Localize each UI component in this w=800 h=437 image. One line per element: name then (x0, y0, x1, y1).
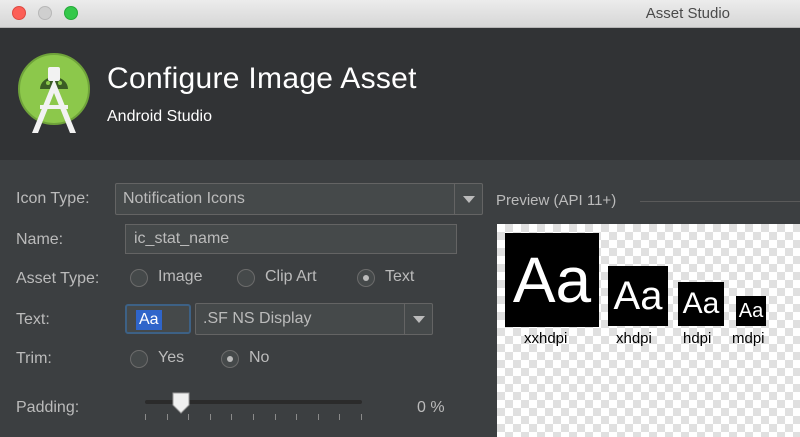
radio-label: No (249, 349, 270, 366)
selected-text: Aa (136, 310, 162, 330)
slider-tick (361, 414, 362, 420)
density-label-hdpi: hdpi (683, 330, 712, 347)
text-input[interactable]: Aa (125, 304, 191, 334)
preview-sample-text: Aa (682, 287, 720, 320)
slider-tick (274, 414, 276, 420)
radio-label: Image (158, 268, 203, 285)
text-label: Text: (16, 311, 50, 328)
preview-tile-hdpi: Aa (678, 282, 724, 326)
preview-panel: Aa Aa Aa Aa xxhdpi xhdpi hdpi mdpi (497, 224, 800, 437)
slider-tick (166, 414, 168, 420)
radio-circle[interactable] (130, 350, 148, 368)
density-label-xxhdpi: xxhdpi (524, 330, 568, 347)
preview-sample-text: Aa (512, 244, 592, 316)
trim-label: Trim: (16, 350, 52, 367)
android-studio-logo-icon (18, 53, 90, 133)
trim-no-radio[interactable]: No (221, 349, 281, 369)
icon-type-dropdown[interactable]: Notification Icons (115, 183, 483, 215)
maximize-window-button[interactable] (64, 6, 78, 20)
asset-type-text-radio[interactable]: Text (357, 268, 427, 288)
radio-circle[interactable] (221, 350, 239, 368)
preview-divider (640, 201, 800, 202)
preview-sample-text: Aa (613, 273, 663, 318)
preview-sample-text: Aa (738, 299, 764, 322)
icon-type-value: Notification Icons (123, 190, 245, 207)
header-banner: Configure Image Asset Android Studio (0, 28, 800, 160)
slider-tick (145, 414, 146, 420)
slider-tick (296, 414, 298, 420)
name-input[interactable]: ic_stat_name (125, 224, 457, 254)
asset-type-label: Asset Type: (16, 270, 100, 287)
radio-label: Clip Art (265, 268, 317, 285)
radio-circle[interactable] (357, 269, 375, 287)
icon-type-label: Icon Type: (16, 190, 90, 207)
close-window-button[interactable] (12, 6, 26, 20)
window-title: Asset Studio (645, 5, 730, 22)
chevron-down-icon[interactable] (454, 184, 482, 214)
font-dropdown[interactable]: .SF NS Display (195, 303, 433, 335)
density-label-mdpi: mdpi (732, 330, 765, 347)
font-value: .SF NS Display (203, 310, 312, 327)
slider-tick (339, 414, 341, 420)
radio-label: Yes (158, 349, 185, 366)
preview-tile-mdpi: Aa (736, 296, 766, 326)
slider-ticks (145, 414, 362, 422)
trim-yes-radio[interactable]: Yes (130, 349, 200, 369)
minimize-window-button[interactable] (38, 6, 52, 20)
slider-tick (188, 414, 190, 420)
radio-circle[interactable] (130, 269, 148, 287)
padding-slider-thumb[interactable] (171, 392, 191, 414)
name-value: ic_stat_name (134, 230, 230, 247)
slider-tick (231, 414, 233, 420)
preview-tile-xhdpi: Aa (608, 266, 668, 326)
padding-value: 0 % (417, 399, 445, 416)
page-subtitle: Android Studio (107, 108, 212, 125)
slider-tick (209, 414, 211, 420)
padding-label: Padding: (16, 399, 80, 416)
preview-label: Preview (API 11+) (496, 192, 617, 209)
slider-tick (317, 414, 319, 420)
window-title-bar: Asset Studio (0, 0, 800, 28)
preview-tile-xxhdpi: Aa (505, 233, 599, 327)
radio-label: Text (385, 268, 415, 285)
name-label: Name: (16, 231, 64, 248)
chevron-down-icon[interactable] (404, 304, 432, 334)
density-label-xhdpi: xhdpi (616, 330, 652, 347)
asset-type-clipart-radio[interactable]: Clip Art (237, 268, 337, 288)
asset-type-image-radio[interactable]: Image (130, 268, 220, 288)
page-title: Configure Image Asset (107, 62, 417, 95)
radio-circle[interactable] (237, 269, 255, 287)
slider-tick (253, 414, 254, 420)
